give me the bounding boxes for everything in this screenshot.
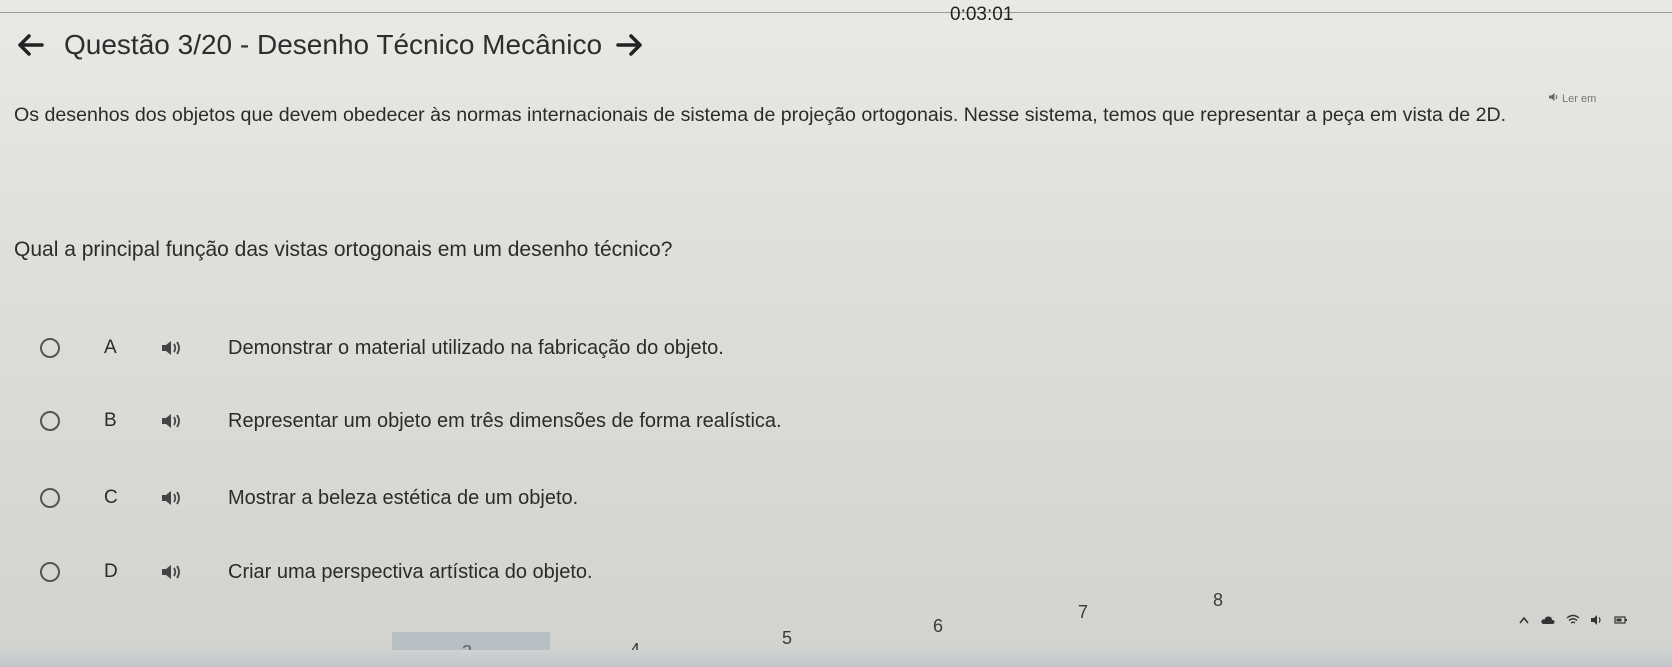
page-number[interactable]: 7: [1078, 602, 1088, 623]
radio-button[interactable]: [40, 488, 60, 508]
speaker-icon[interactable]: [160, 411, 182, 431]
speaker-icon[interactable]: [160, 488, 182, 508]
page-number[interactable]: 8: [1213, 590, 1223, 611]
chevron-up-icon[interactable]: [1518, 615, 1530, 625]
option-b[interactable]: B Representar um objeto em três dimensõe…: [40, 406, 940, 436]
radio-button[interactable]: [40, 411, 60, 431]
question-header: Questão 3/20 - Desenho Técnico Mecânico: [14, 25, 646, 65]
radio-button[interactable]: [40, 562, 60, 582]
read-aloud-label: Ler em: [1562, 92, 1597, 105]
read-aloud-button[interactable]: Ler em: [1548, 92, 1596, 105]
arrow-right-icon[interactable]: [612, 28, 646, 62]
network-icon[interactable]: [1566, 614, 1580, 626]
option-d[interactable]: D Criar uma perspectiva artística do obj…: [40, 557, 940, 587]
option-text: Mostrar a beleza estética de um objeto.: [228, 486, 579, 509]
battery-icon[interactable]: [1614, 614, 1628, 626]
page-title: Questão 3/20 - Desenho Técnico Mecânico: [64, 29, 603, 60]
top-divider: [0, 12, 1672, 13]
option-a[interactable]: A Demonstrar o material utilizado na fab…: [40, 333, 940, 363]
speaker-icon[interactable]: [160, 562, 182, 582]
speaker-icon: [1548, 92, 1560, 105]
option-letter: D: [104, 561, 118, 582]
option-letter: C: [104, 487, 118, 508]
arrow-left-icon[interactable]: [14, 28, 48, 62]
option-c[interactable]: C Mostrar a beleza estética de um objeto…: [40, 483, 940, 513]
option-text: Representar um objeto em três dimensões …: [228, 409, 782, 432]
radio-button[interactable]: [40, 338, 60, 358]
speaker-icon[interactable]: [160, 338, 182, 358]
option-letter: B: [104, 410, 117, 431]
timer: 0:03:01: [950, 4, 1014, 25]
taskbar: [0, 650, 1672, 667]
question-statement: Os desenhos dos objetos que devem obedec…: [14, 104, 1507, 126]
option-text: Demonstrar o material utilizado na fabri…: [228, 336, 724, 359]
system-tray: [1518, 614, 1628, 626]
volume-icon[interactable]: [1590, 614, 1604, 626]
question-prompt: Qual a principal função das vistas ortog…: [14, 238, 673, 261]
option-text: Criar uma perspectiva artística do objet…: [228, 560, 593, 583]
option-letter: A: [104, 337, 117, 358]
cloud-icon[interactable]: [1540, 614, 1556, 626]
page-number[interactable]: 5: [782, 628, 792, 649]
page-number[interactable]: 6: [933, 616, 943, 637]
